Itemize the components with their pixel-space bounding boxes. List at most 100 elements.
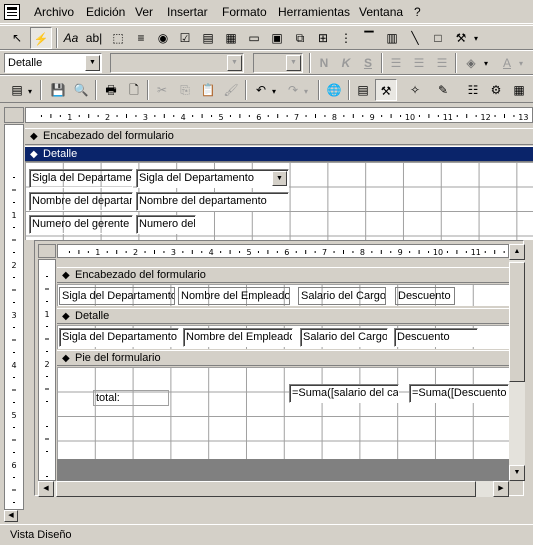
scroll-thumb[interactable] xyxy=(56,481,476,497)
scroll-left-icon[interactable]: ◀ xyxy=(4,510,18,522)
form-selector[interactable] xyxy=(4,107,24,123)
sub-header-label-descuento[interactable]: Descuento xyxy=(395,287,455,305)
sub-field-nombre[interactable]: Nombre del Empleado xyxy=(183,328,293,347)
control-wizards-icon[interactable]: ⚡ xyxy=(30,27,52,49)
font-color-icon[interactable]: A xyxy=(496,52,518,74)
subform-footer-bar[interactable]: ◆ Pie del formulario xyxy=(57,350,509,366)
undo-icon[interactable]: ↶ xyxy=(250,79,272,101)
view-icon[interactable]: ▤ xyxy=(6,79,28,101)
align-center-icon[interactable]: ☰ xyxy=(408,52,430,74)
section-header-bar[interactable]: ◆ Encabezado del formulario xyxy=(25,128,533,145)
save-icon[interactable]: 💾 xyxy=(47,79,69,101)
properties-icon[interactable]: ☷ xyxy=(462,79,484,101)
database-window-icon[interactable]: ▦ xyxy=(508,79,530,101)
toolbar-options-icon[interactable]: ▾ xyxy=(474,34,478,43)
rectangle-tool-icon[interactable]: □ xyxy=(427,27,449,49)
combo-sigla-departamento[interactable]: Sigla del Departamento ▼ xyxy=(136,169,289,188)
sub-header-label-sigla[interactable]: Sigla del Departamento xyxy=(59,287,175,305)
image-tool-icon[interactable]: ▣ xyxy=(266,27,288,49)
menu-formato[interactable]: Formato xyxy=(218,3,271,21)
subform-detail-bar[interactable]: ◆ Detalle xyxy=(57,308,509,324)
sub-footer-sum-salario[interactable]: =Suma([salario del car xyxy=(289,384,399,403)
subform-control[interactable]: 1 2 3 4 5 6 7 8 9 10 11 12 ◆ Encabezado del formul… xyxy=(34,240,525,497)
section-detail-bar[interactable]: ◆ Detalle xyxy=(25,146,533,162)
subform-vertical-scrollbar[interactable]: ▲ ▼ xyxy=(509,244,525,481)
font-color-dropdown-icon[interactable]: ▾ xyxy=(519,59,523,68)
fill-color-dropdown-icon[interactable]: ▾ xyxy=(484,59,488,68)
sub-footer-sum-descuento[interactable]: =Suma([Descuento xyxy=(409,384,509,403)
menu-archivo[interactable]: Archivo xyxy=(30,3,78,21)
menu-ventana[interactable]: Ventana xyxy=(355,3,407,21)
option-button-icon[interactable]: ◉ xyxy=(152,27,174,49)
subform-tool-icon[interactable]: ▥ xyxy=(381,27,403,49)
checkbox-tool-icon[interactable]: ☑ xyxy=(174,27,196,49)
undo-dropdown-icon[interactable]: ▾ xyxy=(272,87,276,96)
align-left-icon[interactable]: ☰ xyxy=(385,52,407,74)
list-box-tool-icon[interactable]: ▦ xyxy=(220,27,242,49)
sub-header-label-nombre[interactable]: Nombre del Empleado xyxy=(178,287,290,305)
textbox-tool-icon[interactable]: ab| xyxy=(83,27,105,49)
print-icon[interactable]: 🖶 xyxy=(100,79,122,101)
code-icon[interactable]: ✎ xyxy=(432,79,454,101)
more-controls-icon[interactable]: ⚒ xyxy=(450,27,472,49)
scroll-right-icon[interactable]: ▶ xyxy=(493,481,509,497)
object-combo[interactable]: Detalle ▼ xyxy=(4,53,102,73)
line-tool-icon[interactable]: ╲ xyxy=(404,27,426,49)
italic-button[interactable]: K xyxy=(335,52,357,74)
page-break-icon[interactable]: ⋮ xyxy=(335,27,357,49)
sub-footer-label-total[interactable]: total: xyxy=(93,390,169,406)
textbox-nombre-departamento[interactable]: Nombre del departamento xyxy=(136,192,289,211)
file-search-icon[interactable]: 🔍 xyxy=(70,79,92,101)
redo-icon[interactable]: ↷ xyxy=(282,79,304,101)
sub-header-label-salario[interactable]: Salario del Cargo xyxy=(298,287,386,305)
cut-icon[interactable]: ✂ xyxy=(151,79,173,101)
scroll-left-icon[interactable]: ◀ xyxy=(38,481,54,497)
option-group-icon[interactable]: ⬚ xyxy=(107,27,129,49)
bold-button[interactable]: N xyxy=(313,52,335,74)
menu-ver[interactable]: Ver xyxy=(131,3,157,21)
toggle-button-icon[interactable]: ≡ xyxy=(130,27,152,49)
tab-control-icon[interactable]: ▔ xyxy=(358,27,380,49)
format-painter-icon[interactable]: 🖌 xyxy=(220,79,242,101)
label-tool-icon[interactable]: Aa xyxy=(60,27,82,49)
app-form-icon[interactable] xyxy=(4,4,20,20)
combo-box-tool-icon[interactable]: ▤ xyxy=(197,27,219,49)
field-list-icon[interactable]: ▤ xyxy=(352,79,374,101)
sub-field-salario[interactable]: Salario del Cargo xyxy=(300,328,388,347)
textbox-numero-gerente[interactable]: Numero del xyxy=(136,215,196,234)
menu-insertar[interactable]: Insertar xyxy=(163,3,212,21)
align-right-icon[interactable]: ☰ xyxy=(431,52,453,74)
select-objects-icon[interactable]: ↖ xyxy=(6,27,28,49)
hyperlink-icon[interactable]: 🌐 xyxy=(323,79,345,101)
label-sigla-departamento[interactable]: Sigla del Departamen xyxy=(29,169,133,188)
menu-ayuda[interactable]: ? xyxy=(410,3,425,21)
fill-color-icon[interactable]: ◈ xyxy=(460,52,482,74)
menu-herramientas[interactable]: Herramientas xyxy=(274,3,354,21)
subform-horizontal-scrollbar[interactable]: ◀ ▶ xyxy=(38,481,509,497)
label-nombre-departamento[interactable]: Nombre del departam xyxy=(29,192,133,211)
view-dropdown-icon[interactable]: ▾ xyxy=(28,87,32,96)
chevron-down-icon[interactable]: ▼ xyxy=(227,55,242,71)
label-numero-gerente[interactable]: Numero del gerente xyxy=(29,215,133,234)
main-horizontal-scrollbar[interactable]: ◀ xyxy=(4,510,533,522)
scroll-thumb[interactable] xyxy=(509,262,525,382)
sub-field-descuento[interactable]: Descuento xyxy=(394,328,478,347)
command-button-icon[interactable]: ▭ xyxy=(243,27,265,49)
underline-button[interactable]: S xyxy=(357,52,379,74)
chevron-down-icon[interactable]: ▼ xyxy=(85,55,100,71)
chevron-down-icon[interactable]: ▼ xyxy=(286,55,301,71)
scroll-up-icon[interactable]: ▲ xyxy=(509,244,525,260)
print-preview-icon[interactable]: 🗋 xyxy=(123,79,145,101)
scroll-down-icon[interactable]: ▼ xyxy=(509,465,525,481)
autoformat-icon[interactable]: ✧ xyxy=(404,79,426,101)
copy-icon[interactable]: ⎘ xyxy=(174,79,196,101)
font-combo[interactable]: ▼ xyxy=(110,53,244,73)
redo-dropdown-icon[interactable]: ▾ xyxy=(304,87,308,96)
menu-edicion[interactable]: Edición xyxy=(82,3,129,21)
sub-field-sigla[interactable]: Sigla del Departamento xyxy=(59,328,179,347)
subform-header-bar[interactable]: ◆ Encabezado del formulario xyxy=(57,267,509,283)
toolbox-icon[interactable]: ⚒ xyxy=(375,79,397,101)
size-combo[interactable]: ▼ xyxy=(253,53,303,73)
unbound-object-icon[interactable]: ⧉ xyxy=(289,27,311,49)
chevron-down-icon[interactable]: ▼ xyxy=(272,171,287,186)
